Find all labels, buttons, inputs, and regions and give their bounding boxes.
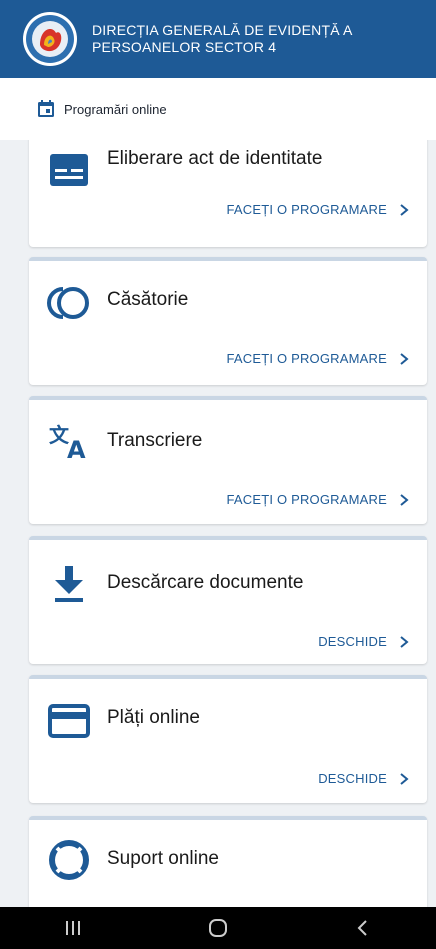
card-action-button[interactable]: DESCHIDE [318, 771, 409, 786]
card-title: Eliberare act de identitate [107, 148, 323, 169]
card-action-button[interactable]: FACEȚI O PROGRAMARE [226, 351, 409, 366]
svg-text:A: A [67, 436, 86, 462]
subbar[interactable]: Programări online [0, 78, 436, 140]
card-descarcare[interactable]: Descărcare documente DESCHIDE [29, 536, 427, 664]
rings-icon [47, 287, 89, 319]
back-button[interactable] [333, 907, 393, 949]
card-action-label: FACEȚI O PROGRAMARE [226, 492, 387, 507]
card-eliberare-act[interactable]: Eliberare act de identitate FACEȚI O PRO… [29, 140, 427, 247]
translate-icon: 文 A [49, 423, 86, 462]
card-action-button[interactable]: FACEȚI O PROGRAMARE [226, 492, 409, 507]
card-plati[interactable]: Plăți online DESCHIDE [29, 675, 427, 803]
calendar-icon [38, 100, 54, 117]
card-suport[interactable]: Suport online [29, 816, 427, 907]
credit-card-icon [48, 704, 90, 738]
chevron-right-icon [400, 635, 409, 648]
dgep-logo-icon [23, 12, 77, 66]
app-header: DIRECȚIA GENERALĂ DE EVIDENȚĂ A PERSOANE… [0, 0, 436, 78]
chevron-right-icon [400, 352, 409, 365]
home-button[interactable] [188, 907, 248, 949]
recent-apps-button[interactable] [43, 907, 103, 949]
card-title: Transcriere [107, 430, 203, 451]
back-icon [357, 920, 368, 936]
chevron-right-icon [400, 203, 409, 216]
system-navbar [0, 907, 436, 949]
card-title: Plăți online [107, 707, 200, 728]
card-title: Căsătorie [107, 289, 189, 310]
subbar-label: Programări online [64, 101, 167, 117]
header-title: DIRECȚIA GENERALĂ DE EVIDENȚĂ A PERSOANE… [92, 22, 352, 55]
recent-apps-icon [65, 921, 80, 935]
download-icon [55, 566, 83, 602]
cards-list: Eliberare act de identitate FACEȚI O PRO… [0, 140, 436, 907]
card-transcriere[interactable]: 文 A Transcriere FACEȚI O PROGRAMARE [29, 396, 427, 524]
card-action-label: FACEȚI O PROGRAMARE [226, 202, 387, 217]
card-action-label: DESCHIDE [318, 771, 387, 786]
card-action-button[interactable]: DESCHIDE [318, 634, 409, 649]
chevron-right-icon [400, 493, 409, 506]
card-title: Descărcare documente [107, 572, 304, 593]
chevron-right-icon [400, 772, 409, 785]
card-action-button[interactable]: FACEȚI O PROGRAMARE [226, 202, 409, 217]
lifebuoy-icon [49, 840, 89, 880]
card-action-label: DESCHIDE [318, 634, 387, 649]
card-casatorie[interactable]: Căsătorie FACEȚI O PROGRAMARE [29, 257, 427, 385]
home-icon [208, 919, 227, 937]
card-title: Suport online [107, 848, 219, 869]
card-action-label: FACEȚI O PROGRAMARE [226, 351, 387, 366]
id-card-icon [50, 154, 88, 186]
